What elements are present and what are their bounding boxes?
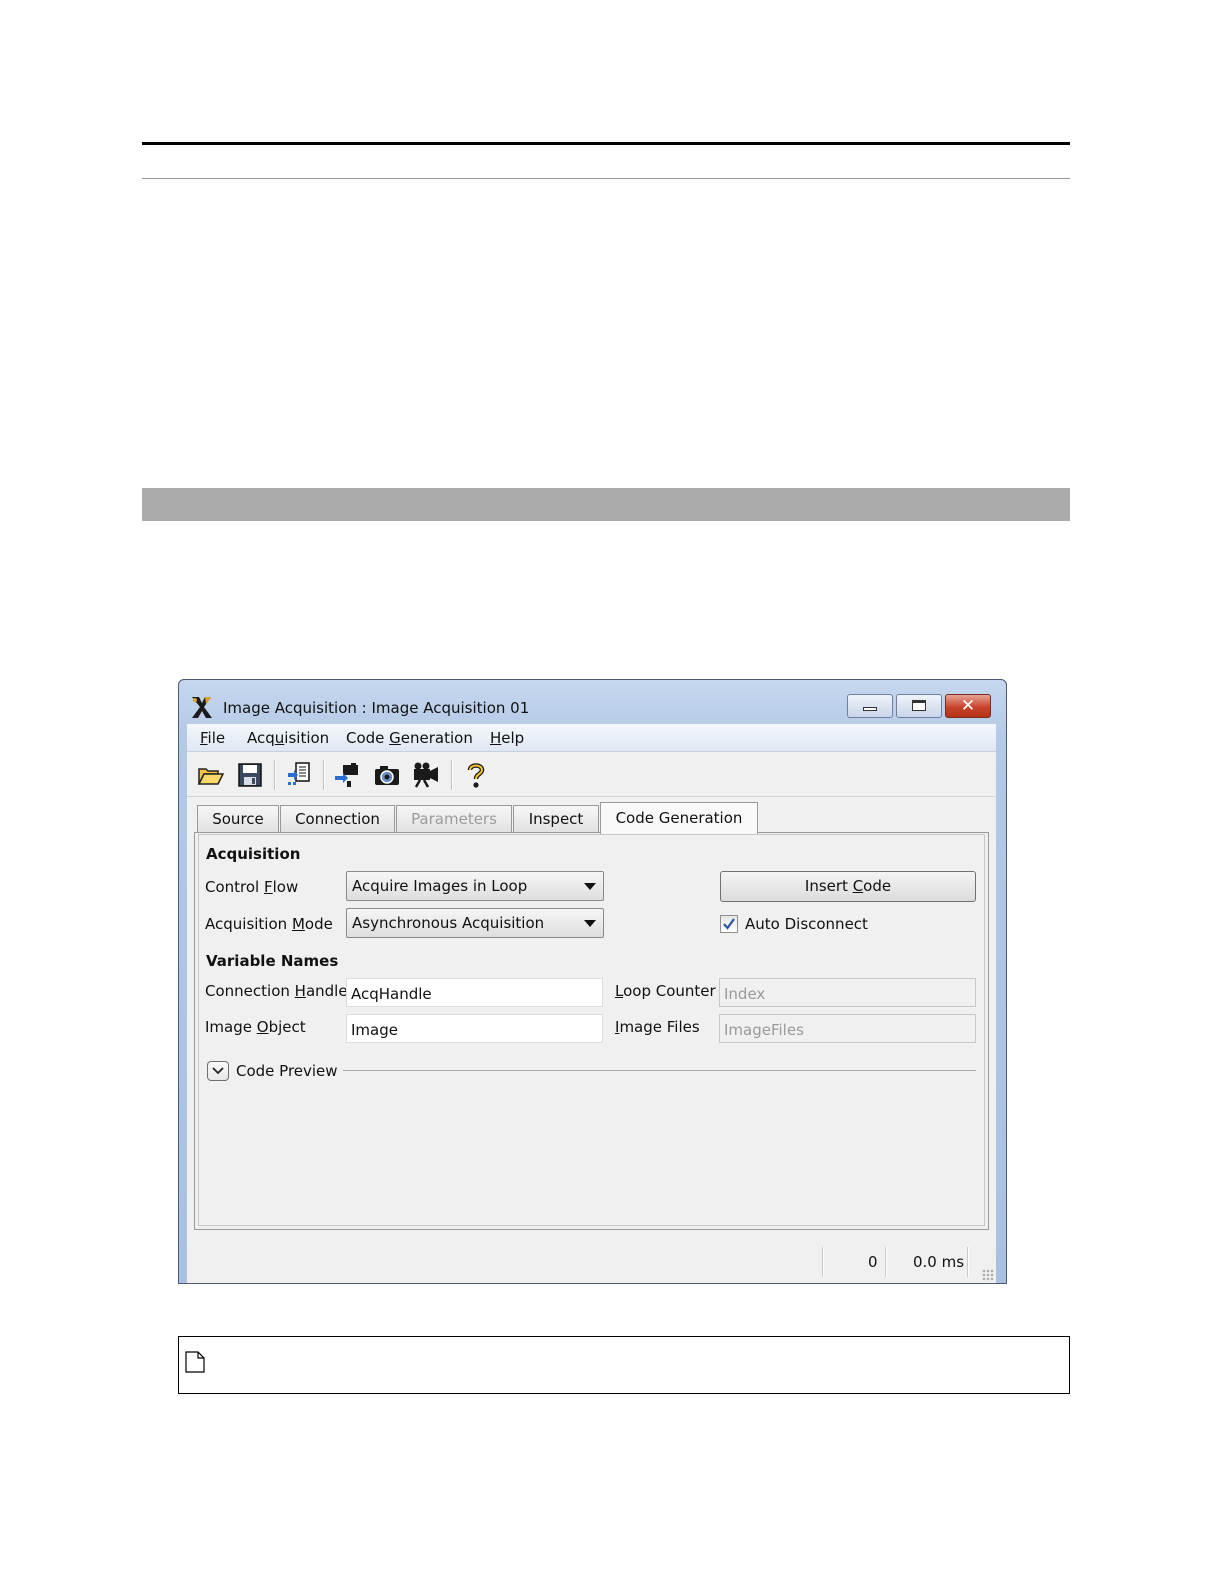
image-files-input[interactable]: ImageFiles [719,1014,976,1043]
code-generation-panel: Acquisition Control Flow Acquire Images … [194,832,989,1230]
note-box [178,1336,1070,1394]
minimize-button[interactable] [847,694,893,718]
toolbar-separator [451,760,453,790]
menu-help[interactable]: Help [490,729,524,747]
insert-code-button[interactable] [284,761,314,789]
acquisition-heading: Acquisition [206,845,301,863]
open-folder-icon [197,768,225,785]
maximize-icon [912,700,926,711]
dropdown-arrow-icon [584,883,596,890]
tab-connection[interactable]: Connection [280,805,395,832]
header-rule-thick [142,142,1070,145]
auto-disconnect-checkbox[interactable] [720,915,738,933]
connection-handle-value: AcqHandle [351,985,432,1003]
image-object-input[interactable]: Image [346,1014,603,1043]
live-button[interactable] [411,761,441,789]
help-button[interactable] [461,761,491,789]
control-flow-combo[interactable]: Acquire Images in Loop [346,871,604,901]
menu-code-generation[interactable]: Code Generation [346,729,473,747]
live-camera-icon [414,762,438,788]
connect-button[interactable] [332,761,362,789]
checkmark-icon [723,918,735,930]
maximize-button[interactable] [896,694,942,718]
minimize-icon [863,707,877,711]
variable-names-heading: Variable Names [206,952,339,970]
tab-source[interactable]: Source [197,805,279,832]
close-button[interactable]: ✕ [945,694,991,718]
help-icon [467,763,485,788]
menu-acquisition[interactable]: Acquisition [247,729,329,747]
tab-parameters[interactable]: Parameters [396,805,512,832]
status-separator [822,1247,824,1277]
image-acquisition-window: Image Acquisition : Image Acquisition 01… [178,679,1007,1284]
toolbar-separator [274,760,276,790]
status-count: 0 [868,1253,878,1271]
code-preview-divider [343,1070,976,1071]
tab-inspect[interactable]: Inspect [513,805,599,832]
connection-handle-input[interactable]: AcqHandle [346,978,603,1007]
control-flow-label: Control Flow [205,878,299,896]
menu-bar: File Acquisition Code Generation Help [187,724,996,752]
acquisition-mode-label: Acquisition Mode [205,915,333,933]
acquisition-mode-combo[interactable]: Asynchronous Acquisition [346,908,604,938]
note-page-icon [185,1351,205,1373]
auto-disconnect-label: Auto Disconnect [745,915,868,933]
status-separator [967,1247,969,1277]
dropdown-arrow-icon [584,920,596,927]
window-client: File Acquisition Code Generation Help So… [187,724,996,1283]
title-bar[interactable]: Image Acquisition : Image Acquisition 01… [179,680,1006,724]
status-bar: 0 0.0 ms [187,1239,996,1283]
close-icon: ✕ [960,696,976,716]
loop-counter-input[interactable]: Index [719,978,976,1007]
image-object-value: Image [351,1021,398,1039]
resize-grip-icon[interactable] [982,1269,994,1281]
connection-handle-label: Connection Handle [205,982,348,1000]
insert-code-icon [288,762,310,785]
acquisition-mode-value: Asynchronous Acquisition [352,914,545,932]
loop-counter-placeholder: Index [724,985,766,1003]
window-title: Image Acquisition : Image Acquisition 01 [223,699,530,717]
code-preview-toggle[interactable] [207,1061,229,1081]
open-button[interactable] [196,761,226,789]
connect-icon [335,763,358,787]
control-flow-value: Acquire Images in Loop [352,877,528,895]
save-icon [238,763,262,787]
snap-camera-icon [375,766,399,785]
image-object-label: Image Object [205,1018,306,1036]
toolbar [187,752,996,797]
app-logo-icon [192,697,212,718]
code-preview-label: Code Preview [236,1062,338,1080]
image-files-placeholder: ImageFiles [724,1021,804,1039]
save-button[interactable] [235,761,265,789]
toolbar-separator [323,760,325,790]
status-separator [885,1247,887,1277]
menu-file[interactable]: File [200,729,225,747]
image-files-label: Image Files [615,1018,700,1036]
header-rule-thin [142,178,1070,179]
loop-counter-label: Loop Counter [615,982,716,1000]
section-bar [142,488,1070,521]
status-time: 0.0 ms [913,1253,965,1271]
snap-button[interactable] [372,761,402,789]
tab-code-generation[interactable]: Code Generation [600,802,758,834]
insert-code-button[interactable]: Insert Code [720,871,976,902]
chevron-down-icon [212,1067,224,1075]
